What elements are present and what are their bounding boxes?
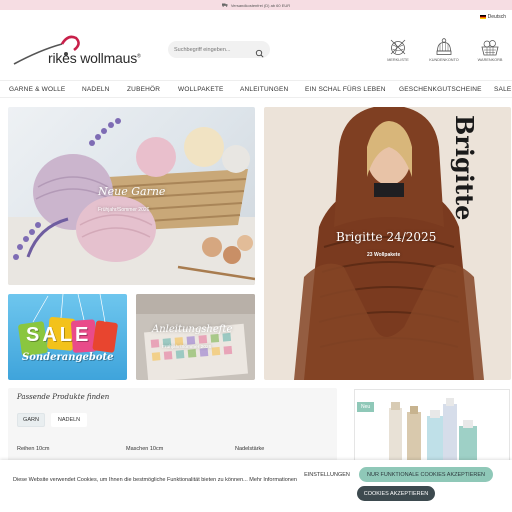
yarn-ball-needles-icon	[390, 39, 406, 55]
basket-icon	[481, 40, 499, 56]
patterns-banner[interactable]: Anleitungshefte Frühjahr/Sommer 2026	[136, 294, 255, 380]
account-label: KUNDENKONTO	[429, 58, 459, 62]
announcement-text: Versandkostenfrei (D) ab 60 EUR	[230, 2, 291, 8]
patterns-subtitle: Frühjahr/Sommer 2026	[162, 345, 212, 350]
wishlist-label: MERKLISTE	[387, 58, 409, 62]
truck-icon	[221, 3, 228, 8]
filter-label-needle-size: Nadelstärke	[235, 446, 265, 452]
main-navigation: GARNE & WOLLE NADELN ZUBEHÖR WOLLPAKETE …	[0, 80, 512, 98]
brigitte-subtitle: 23 Wollpakete	[367, 252, 401, 258]
account-button[interactable]: KUNDENKONTO	[424, 38, 464, 62]
new-yarns-subtitle: Frühjahr/Sommer 2026	[98, 207, 150, 213]
brigitte-banner[interactable]: Brigitte Brigitte 24/2025 23 Wollpakete	[264, 107, 511, 380]
pattern-books-photo	[136, 294, 255, 380]
language-label: Deutsch	[487, 14, 506, 20]
filter-label-stitches: Maschen 10cm	[126, 446, 164, 452]
brand-name: rikes wollmaus®	[48, 50, 141, 66]
search-icon[interactable]	[255, 45, 264, 63]
nav-gutscheine[interactable]: GESCHENKGUTSCHEINE	[399, 86, 482, 93]
search-input[interactable]	[174, 46, 254, 53]
yarn-cones-photo	[389, 398, 477, 468]
tab-garn-label: GARN	[23, 417, 39, 423]
cookie-text: Diese Website verwendet Cookies, um Ihne…	[13, 477, 297, 483]
wishlist-button[interactable]: MERKLISTE	[378, 38, 418, 62]
brigitte-vertical-title: Brigitte	[450, 115, 479, 221]
cart-button[interactable]: WARENKORB	[470, 38, 510, 62]
nav-schal[interactable]: EIN SCHAL FÜRS LEBEN	[305, 86, 386, 93]
cookie-settings-button[interactable]: EINSTELLUNGEN	[298, 467, 356, 482]
sale-subtitle: Sonderangebote	[22, 352, 114, 363]
sale-banner[interactable]: SALE Sonderangebote	[8, 294, 127, 380]
nav-wollpakete[interactable]: WOLLPAKETE	[178, 86, 224, 93]
nav-sale[interactable]: SALE	[494, 86, 511, 93]
search-box[interactable]	[168, 41, 270, 58]
nav-garne-wolle[interactable]: GARNE & WOLLE	[9, 86, 65, 93]
filter-label-rows: Reihen 10cm	[17, 446, 50, 452]
announcement-bar: Versandkostenfrei (D) ab 60 EUR	[0, 0, 512, 10]
nav-zubehoer[interactable]: ZUBEHÖR	[127, 86, 160, 93]
tab-nadeln-label: NADELN	[57, 417, 81, 423]
new-yarns-banner[interactable]: Neue Garne Frühjahr/Sommer 2026	[8, 107, 255, 285]
patterns-title: Anleitungshefte	[152, 324, 233, 335]
tab-nadeln[interactable]: NADELN	[51, 413, 87, 427]
german-flag-icon	[479, 15, 486, 19]
cookie-banner: Diese Website verwendet Cookies, um Ihne…	[0, 460, 512, 512]
language-selector[interactable]: Deutsch	[479, 14, 506, 20]
nav-nadeln[interactable]: NADELN	[82, 86, 110, 93]
product-card[interactable]: Neu	[354, 389, 510, 469]
brigitte-title: Brigitte 24/2025	[336, 230, 437, 244]
sale-title: SALE	[26, 324, 92, 346]
beanie-icon	[436, 38, 452, 55]
accept-cookies-button[interactable]: COOKIES AKZEPTIEREN	[357, 486, 435, 501]
cart-label: WARENKORB	[477, 58, 503, 62]
product-finder: Passende Produkte finden GARN NADELN Rei…	[8, 388, 337, 468]
new-yarns-title: Neue Garne	[98, 185, 166, 198]
nav-anleitungen[interactable]: ANLEITUNGEN	[240, 86, 288, 93]
product-finder-title: Passende Produkte finden	[17, 393, 110, 401]
tab-garn[interactable]: GARN	[17, 413, 45, 427]
functional-cookies-button[interactable]: NUR FUNKTIONALE COOKIES AKZEPTIEREN	[359, 467, 493, 482]
